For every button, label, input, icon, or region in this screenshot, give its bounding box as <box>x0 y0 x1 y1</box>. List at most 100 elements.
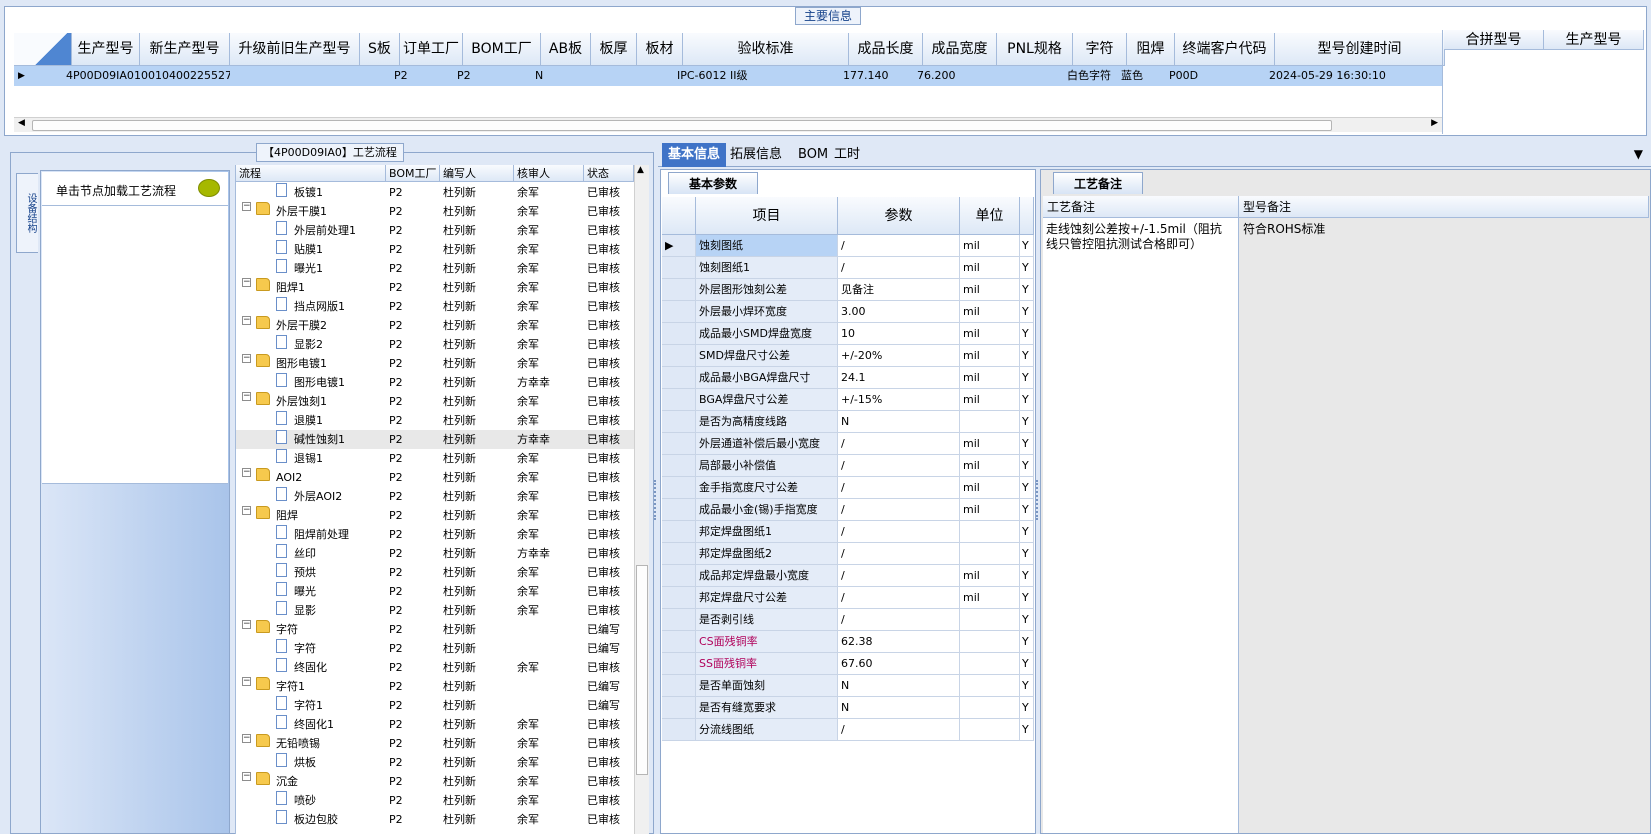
param-row[interactable]: 分流线图纸 / Y <box>662 719 1034 741</box>
param-row[interactable]: 邦定焊盘图纸1/ Y <box>662 521 1034 543</box>
main-cell[interactable]: 177.140 <box>839 66 923 86</box>
tree-row[interactable]: 阻焊前处理 P2 杜列新 余军 已审核 <box>236 525 634 544</box>
param-col-header[interactable] <box>662 197 696 235</box>
param-row[interactable]: 成品最小SMD焊盘宽度 10 mil Y <box>662 323 1034 345</box>
main-cell[interactable]: 76.200 <box>913 66 997 86</box>
tree-col-header[interactable]: 流程 <box>236 165 386 182</box>
main-cell[interactable]: 10010400225527 <box>130 66 230 86</box>
main-cell[interactable]: P00D <box>1165 66 1275 86</box>
tree-row[interactable]: 预烘 P2 杜列新 余军 已审核 <box>236 563 634 582</box>
scroll-left-icon[interactable]: ◀ <box>18 118 25 128</box>
param-value[interactable]: +/-20% <box>838 345 960 367</box>
tree-row[interactable]: − 外层干膜1 P2 杜列新 余军 已审核 <box>236 202 634 221</box>
param-value[interactable]: 见备注 <box>838 279 960 301</box>
tree-row[interactable]: 板镀1 P2 杜列新 余军 已审核 <box>236 183 634 202</box>
main-col-header[interactable]: 验收标准 <box>683 33 849 66</box>
main-col-header[interactable]: 字符 <box>1073 33 1127 66</box>
tab-extended-info[interactable]: 拓展信息 <box>724 143 788 167</box>
tree-row[interactable]: 外层AOI2 P2 杜列新 余军 已审核 <box>236 487 634 506</box>
main-col-header[interactable]: 成品长度 <box>849 33 923 66</box>
main-col-header[interactable]: AB板 <box>541 33 591 66</box>
subtab-basic-params[interactable]: 基本参数 <box>668 172 759 194</box>
merge-col-header[interactable]: 生产型号 <box>1544 30 1644 50</box>
tree-row[interactable]: 曝光1 P2 杜列新 余军 已审核 <box>236 259 634 278</box>
subtab-process-remarks[interactable]: 工艺备注 <box>1053 172 1144 194</box>
tree-row[interactable]: 外层前处理1 P2 杜列新 余军 已审核 <box>236 221 634 240</box>
param-row[interactable]: 外层通道补偿后最小宽度 / mil Y <box>662 433 1034 455</box>
param-row[interactable]: BGA焊盘尺寸公差 +/-15% mil Y <box>662 389 1034 411</box>
tree-row[interactable]: 终固化 P2 杜列新 余军 已审核 <box>236 658 634 677</box>
horizontal-scrollbar[interactable]: ◀ ▶ <box>14 117 1442 132</box>
grid-corner[interactable] <box>14 33 72 66</box>
main-col-header[interactable]: 新生产型号 <box>140 33 230 66</box>
main-cell[interactable]: 2024-05-29 16:30:10 <box>1265 66 1445 86</box>
tree-row[interactable]: − AOI2 P2 杜列新 余军 已审核 <box>236 468 634 487</box>
collapse-icon[interactable]: − <box>242 620 251 629</box>
tree-col-header[interactable]: 编写人 <box>440 165 514 182</box>
tree-row[interactable]: 板边包胶 P2 杜列新 余军 已审核 <box>236 810 634 829</box>
scrollbar-thumb[interactable] <box>32 120 1332 131</box>
collapse-icon[interactable]: − <box>242 354 251 363</box>
tree-row[interactable]: 喷砂 P2 杜列新 余军 已审核 <box>236 791 634 810</box>
main-col-header[interactable]: S板 <box>360 33 400 66</box>
param-value[interactable]: 3.00 <box>838 301 960 323</box>
scroll-right-icon[interactable]: ▶ <box>1431 118 1438 128</box>
param-row[interactable]: 是否为高精度线路 N Y <box>662 411 1034 433</box>
main-cell[interactable] <box>987 66 1073 86</box>
param-col-header[interactable]: 单位 <box>960 197 1020 235</box>
main-col-header[interactable]: 成品宽度 <box>923 33 997 66</box>
param-row[interactable]: 是否剥引线 / Y <box>662 609 1034 631</box>
main-col-header[interactable]: 阻焊 <box>1127 33 1175 66</box>
param-value[interactable]: +/-15% <box>838 389 960 411</box>
splitter-left[interactable] <box>654 480 658 520</box>
param-value[interactable]: N <box>838 411 960 433</box>
param-value[interactable]: N <box>838 697 960 719</box>
tab-dropdown-icon[interactable]: ▼ <box>1634 147 1643 161</box>
param-row[interactable]: SMD焊盘尺寸公差 +/-20% mil Y <box>662 345 1034 367</box>
param-col-header[interactable]: 项目 <box>696 197 838 235</box>
tree-row[interactable]: − 外层干膜2 P2 杜列新 余军 已审核 <box>236 316 634 335</box>
param-value[interactable]: / <box>838 609 960 631</box>
param-value[interactable]: 62.38 <box>838 631 960 653</box>
main-col-header[interactable]: 升级前旧生产型号 <box>230 33 360 66</box>
param-value[interactable]: / <box>838 455 960 477</box>
tree-row[interactable]: 退锡1 P2 杜列新 余军 已审核 <box>236 449 634 468</box>
tree-row[interactable]: 字符1 P2 杜列新 已编写 <box>236 696 634 715</box>
param-row[interactable]: 蚀刻图纸1/mil Y <box>662 257 1034 279</box>
param-row[interactable]: 局部最小补偿值 / mil Y <box>662 455 1034 477</box>
param-value[interactable]: / <box>838 543 960 565</box>
param-row[interactable]: 成品最小BGA焊盘尺寸 24.1 mil Y <box>662 367 1034 389</box>
tab-work-hours[interactable]: 工时 <box>828 143 866 167</box>
main-col-header[interactable]: 终端客户代码 <box>1175 33 1275 66</box>
tree-row[interactable]: − 图形电镀1 P2 杜列新 余军 已审核 <box>236 354 634 373</box>
param-row[interactable]: 金手指宽度尺寸公差 / mil Y <box>662 477 1034 499</box>
tree-row[interactable]: − 无铅喷锡 P2 杜列新 余军 已审核 <box>236 734 634 753</box>
nav-hint-row[interactable]: 单击节点加载工艺流程 <box>42 174 228 206</box>
param-row[interactable]: SS面残铜率 67.60 Y <box>662 653 1034 675</box>
param-row[interactable]: ▶ 蚀刻图纸 / mil Y <box>662 235 1034 257</box>
scroll-up-icon[interactable]: ▲ <box>637 165 644 175</box>
main-cell[interactable]: P2 <box>453 66 541 86</box>
param-col-header[interactable] <box>1020 197 1034 235</box>
collapse-icon[interactable]: − <box>242 468 251 477</box>
param-row[interactable]: 是否有缝宽要求 N Y <box>662 697 1034 719</box>
main-col-header[interactable]: PNL规格 <box>997 33 1073 66</box>
tree-row[interactable]: 曝光 P2 杜列新 余军 已审核 <box>236 582 634 601</box>
main-col-header[interactable]: 板厚 <box>591 33 637 66</box>
param-row[interactable]: 成品最小金(锡)手指宽度 / mil Y <box>662 499 1034 521</box>
param-value[interactable]: / <box>838 499 960 521</box>
tree-row[interactable]: 字符 P2 杜列新 已编写 <box>236 639 634 658</box>
param-value[interactable]: / <box>838 719 960 741</box>
param-value[interactable]: / <box>838 257 960 279</box>
param-row[interactable]: 邦定焊盘尺寸公差 / mil Y <box>662 587 1034 609</box>
merge-col-header[interactable]: 合拼型号 <box>1444 30 1544 50</box>
param-row[interactable]: 外层图形蚀刻公差 见备注 mil Y <box>662 279 1034 301</box>
main-cell[interactable] <box>220 66 360 86</box>
tree-row[interactable]: 图形电镀1 P2 杜列新 方幸幸 已审核 <box>236 373 634 392</box>
collapse-icon[interactable]: − <box>242 506 251 515</box>
param-row[interactable]: 邦定焊盘图纸2/ Y <box>662 543 1034 565</box>
tree-row[interactable]: 贴膜1 P2 杜列新 余军 已审核 <box>236 240 634 259</box>
main-col-header[interactable]: BOM工厂 <box>463 33 541 66</box>
tree-col-header[interactable]: 核审人 <box>514 165 584 182</box>
param-row[interactable]: CS面残铜率 62.38 Y <box>662 631 1034 653</box>
